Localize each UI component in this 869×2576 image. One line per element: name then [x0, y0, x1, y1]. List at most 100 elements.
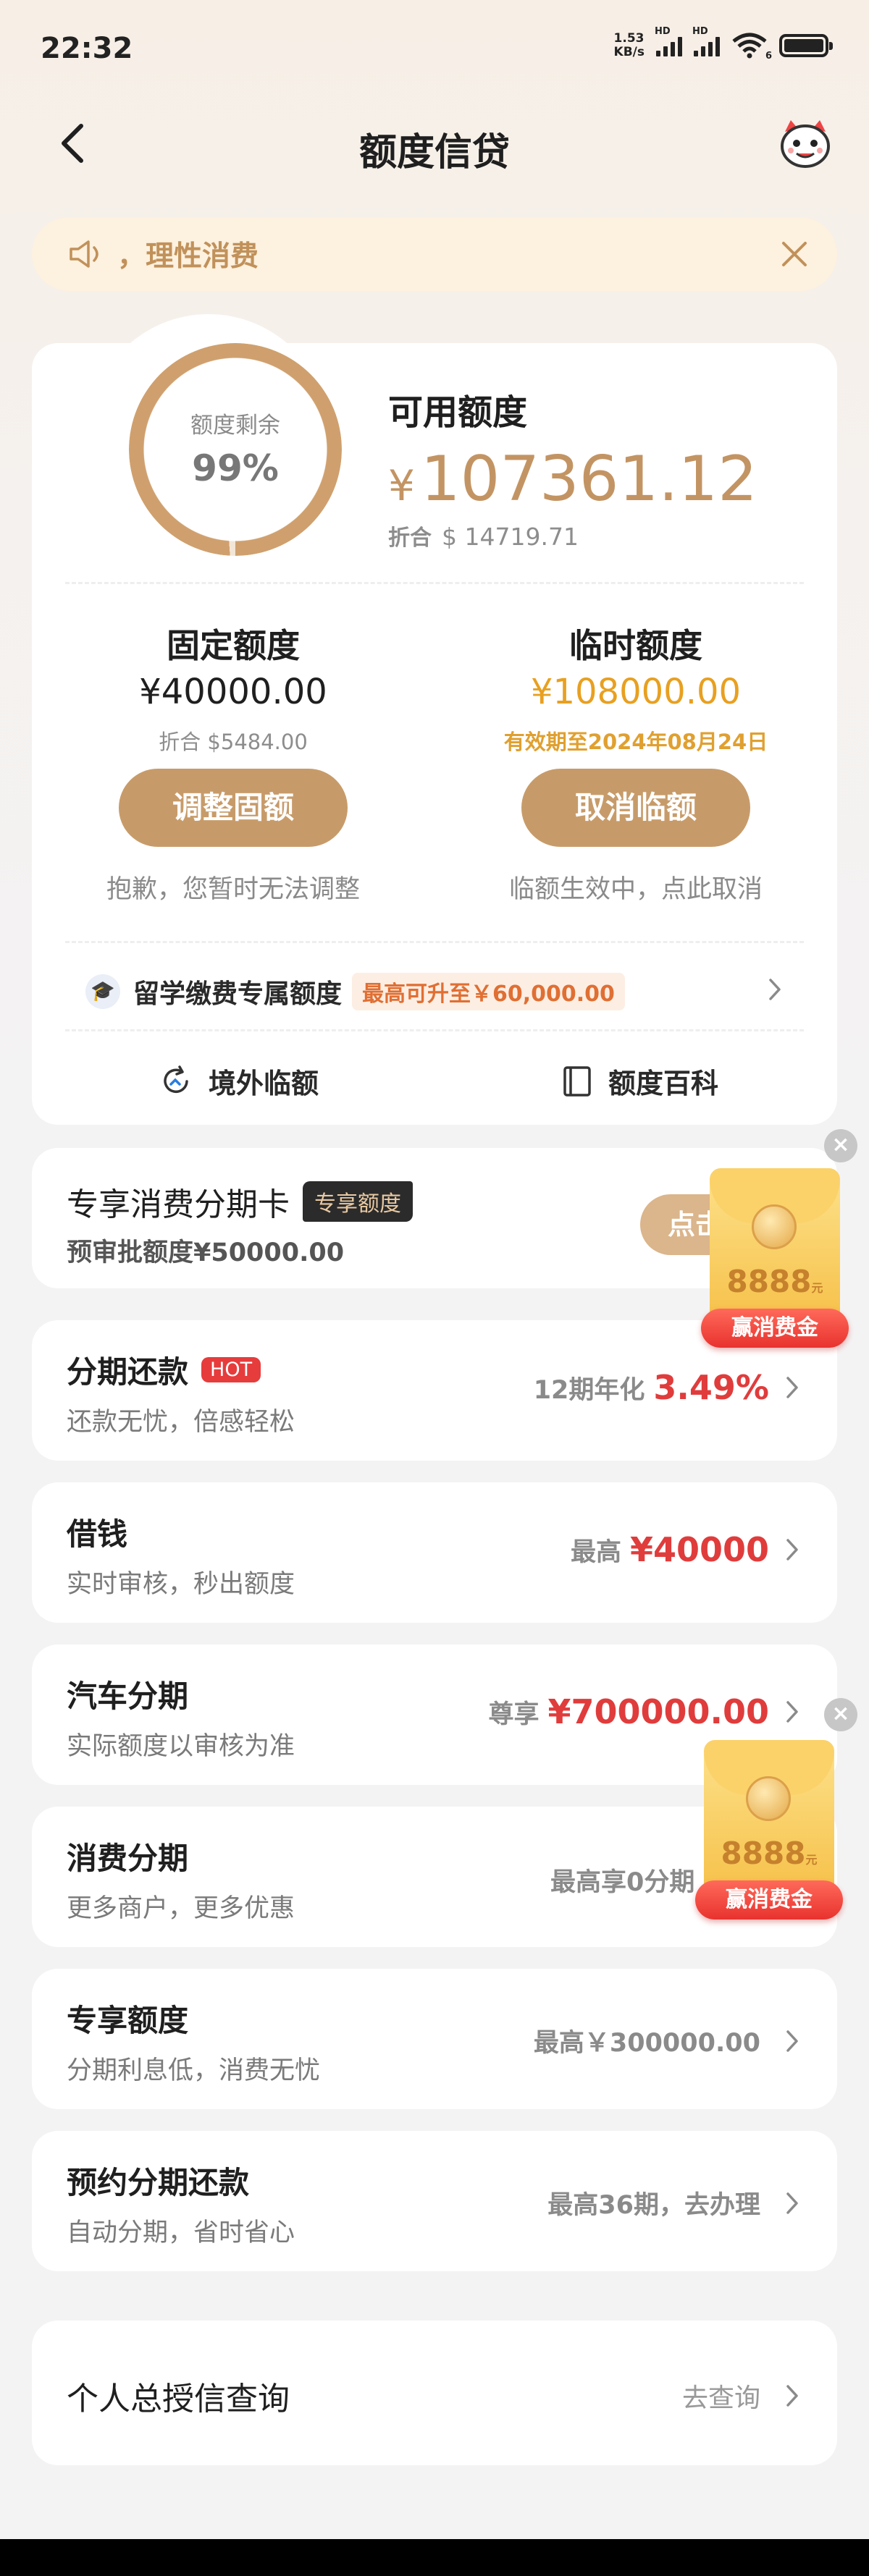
car-installment-limit: 尊享 ¥700000.00	[488, 1692, 799, 1731]
envelope-unit: 元	[811, 1281, 823, 1295]
refresh-icon	[164, 1065, 188, 1093]
credit-query-title: 个人总授信查询	[67, 2381, 290, 2417]
envelope-close-button-2[interactable]: ×	[824, 1698, 857, 1731]
scheduled-installment-title: 预约分期还款	[67, 2165, 250, 2200]
close-icon	[782, 242, 807, 266]
coin-icon	[752, 1204, 797, 1249]
borrow-sub: 实时审核，秒出额度	[67, 1570, 295, 1599]
installment-repay-header: 分期还款 HOT	[67, 1348, 261, 1392]
notice-bar: ，理性消费	[32, 217, 837, 291]
red-envelope-promo-2[interactable]: 8888元 赢消费金	[695, 1740, 843, 1920]
borrow-limit: 最高 ¥40000	[571, 1530, 799, 1569]
envelope-close-button[interactable]: ×	[824, 1129, 857, 1162]
overseas-temp-link[interactable]: 境外临额	[159, 1061, 319, 1101]
consumer-installment-title: 消费分期	[67, 1841, 189, 1876]
exclusive-card-header: 专享消费分期卡 专享额度	[67, 1178, 413, 1225]
fixed-quota-note: 抱歉，您暂时无法调整	[106, 875, 360, 904]
chevron-right-icon[interactable]	[768, 977, 782, 1002]
notice-close-button[interactable]	[779, 239, 810, 269]
coin-icon	[746, 1776, 791, 1821]
cancel-temp-button[interactable]: 取消临额	[521, 769, 750, 847]
envelope-amount: 8888元	[710, 1264, 840, 1299]
converted-value: $ 14719.71	[442, 523, 579, 551]
borrow-limit-label: 最高	[570, 1537, 621, 1567]
available-title: 可用额度	[388, 392, 528, 433]
available-amount: ¥107361.12	[388, 443, 757, 515]
study-quota-row[interactable]: 🎓 留学缴费专属额度 最高可升至￥60,000.00	[85, 973, 625, 1010]
temp-quota-amount: ¥108000.00	[530, 672, 742, 712]
borrow-title: 借钱	[67, 1516, 128, 1552]
available-amount-value: 107361.12	[420, 443, 757, 515]
quota-wiki-link[interactable]: 额度百科	[562, 1061, 718, 1101]
exclusive-quota-label: 最高￥300000.00	[533, 2029, 760, 2058]
notice-text: ，理性消费	[117, 240, 259, 273]
installment-repay-title: 分期还款	[67, 1354, 189, 1390]
envelope-amount-value-2: 8888	[721, 1836, 806, 1871]
scheduled-offer-label: 最高36期，去办理	[547, 2191, 760, 2220]
chevron-right-icon	[786, 1539, 798, 1561]
study-quota-badge: 最高可升至￥60,000.00	[352, 973, 625, 1010]
rate-label: 12期年化	[533, 1375, 645, 1405]
divider-2	[65, 941, 804, 943]
currency-symbol: ¥	[388, 461, 415, 510]
chevron-right-icon	[786, 2192, 798, 2214]
temp-quota-expiry: 有效期至2024年08月24日	[503, 730, 768, 754]
credit-query-action[interactable]: 去查询	[682, 2377, 799, 2415]
exclusive-quota-sub: 分期利息低，消费无忧	[67, 2056, 321, 2085]
red-envelope-promo[interactable]: 8888元 赢消费金	[701, 1168, 849, 1348]
consumer-installment-offer: 最高享0分期	[550, 1862, 703, 1899]
fixed-quota-title: 固定额度	[167, 626, 300, 665]
exclusive-quota-limit: 最高￥300000.00	[534, 2022, 799, 2059]
envelope-amount-2: 8888元	[704, 1836, 834, 1871]
hd-label: HD	[655, 26, 671, 37]
ring-value: 99%	[192, 447, 279, 489]
hd-label-2: HD	[692, 26, 708, 37]
car-limit-value: ¥700000.00	[547, 1692, 769, 1731]
scheduled-installment-sub: 自动分期，省时省心	[67, 2218, 295, 2247]
network-speed-value: 1.53	[613, 31, 645, 46]
signal-icon: HD	[655, 26, 682, 56]
ring-label: 额度剩余	[190, 413, 280, 439]
study-quota-text: 留学缴费专属额度	[133, 979, 343, 1009]
fixed-quota-amount: ¥40000.00	[139, 672, 327, 712]
envelope-amount-value: 8888	[726, 1264, 812, 1299]
signal-icon-2: HD	[692, 26, 720, 56]
converted-label: 折合	[388, 525, 432, 551]
status-time: 22:32	[41, 32, 133, 65]
available-converted: 折合 $ 14719.71	[388, 520, 579, 552]
consumer-installment-sub: 更多商户，更多优惠	[67, 1894, 295, 1923]
adjust-fixed-button[interactable]: 调整固额	[119, 769, 348, 847]
exclusive-quota-title: 专享额度	[67, 2003, 189, 2038]
envelope-label: 赢消费金	[701, 1309, 849, 1348]
envelope-unit-2: 元	[805, 1853, 818, 1867]
exclusive-tag: 专享额度	[303, 1181, 413, 1222]
car-limit-label: 尊享	[488, 1699, 540, 1729]
hot-badge: HOT	[201, 1357, 261, 1382]
system-nav-bar	[0, 2539, 869, 2576]
divider-3	[65, 1029, 804, 1031]
credit-query-action-label: 去查询	[681, 2383, 760, 2413]
graduation-cap-icon: 🎓	[85, 974, 120, 1009]
exclusive-card-sub: 预审批额度¥50000.00	[67, 1238, 345, 1267]
borrow-limit-value: ¥40000	[629, 1530, 769, 1569]
car-installment-title: 汽车分期	[67, 1678, 189, 1714]
consumer-offer-label: 最高享0分期	[550, 1868, 695, 1897]
envelope-label-2: 赢消费金	[695, 1880, 843, 1920]
status-icons: 1.53 KB/s HD HD 6	[614, 26, 833, 62]
wifi-label: 6	[765, 51, 772, 62]
network-speed: 1.53 KB/s	[614, 32, 645, 59]
installment-repay-rate: 12期年化 3.49%	[534, 1368, 799, 1407]
chevron-right-icon	[786, 1377, 798, 1398]
chevron-right-icon	[786, 2385, 798, 2407]
exclusive-card-title: 专享消费分期卡	[67, 1186, 290, 1223]
installment-repay-sub: 还款无忧，倍感轻松	[67, 1408, 295, 1437]
mascot-icon[interactable]	[778, 119, 833, 169]
network-speed-unit: KB/s	[613, 45, 645, 59]
page-title: 额度信贷	[358, 131, 510, 174]
overseas-temp-label: 境外临额	[209, 1068, 319, 1099]
chevron-right-icon	[786, 1701, 798, 1723]
wifi-icon: 6	[731, 33, 772, 62]
temp-quota-note[interactable]: 临额生效中，点此取消	[484, 869, 788, 905]
temp-quota-title: 临时额度	[569, 626, 702, 665]
rate-value: 3.49%	[653, 1368, 769, 1407]
